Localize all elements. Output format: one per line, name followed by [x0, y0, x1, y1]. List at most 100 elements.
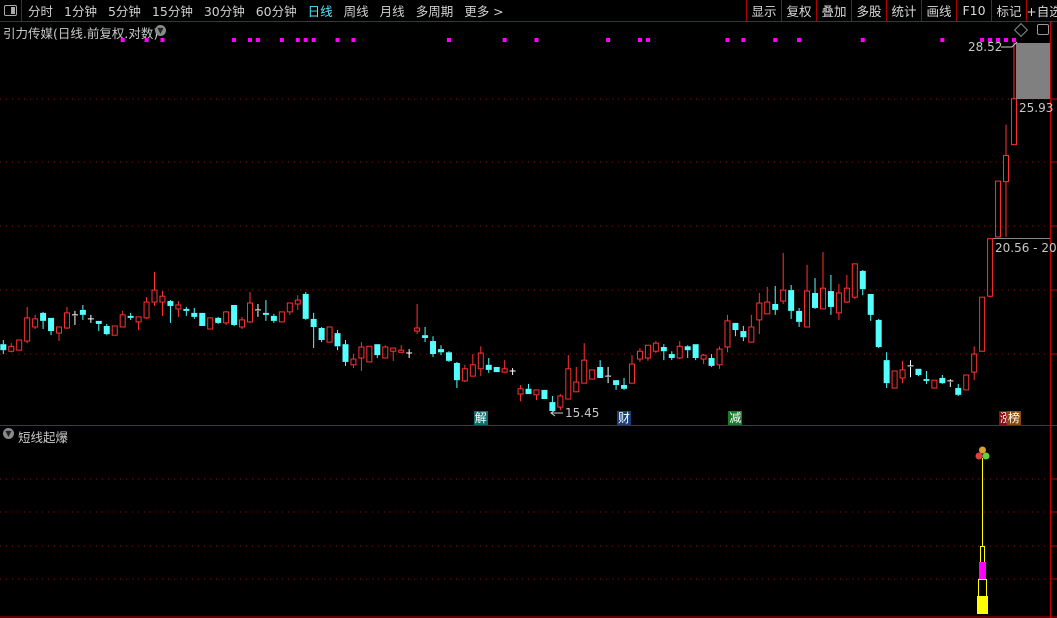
- candle-body: [700, 354, 707, 360]
- signal-marker: [247, 38, 252, 42]
- candle-body: [270, 315, 277, 321]
- candle-body: [501, 368, 508, 373]
- candle-body: [422, 335, 429, 338]
- candle-body: [684, 346, 691, 351]
- candle-body: [748, 326, 755, 343]
- signal-marker: [1004, 38, 1009, 42]
- candle-body: [119, 314, 126, 328]
- signal-marker: [144, 38, 149, 42]
- signal-marker: [279, 38, 284, 42]
- candle-body: [589, 369, 596, 380]
- candle-body: [310, 318, 317, 327]
- candle-body: [628, 363, 635, 384]
- candle-body: [995, 180, 1002, 238]
- candle-body: [48, 317, 55, 332]
- candle-body: [294, 299, 301, 305]
- candle-body: [63, 312, 70, 329]
- signal-marker: [860, 38, 865, 42]
- candle-body: [32, 318, 39, 328]
- candle-body: [239, 319, 246, 328]
- candle-body: [143, 301, 150, 319]
- candle-body: [899, 369, 906, 379]
- candle-body: [931, 379, 938, 389]
- candle-body: [827, 291, 834, 307]
- candle-body: [883, 360, 890, 384]
- event-badge[interactable]: 减: [728, 411, 743, 425]
- candle-body: [1003, 155, 1010, 183]
- candle-body: [231, 304, 238, 325]
- candle-body: [708, 357, 715, 366]
- signal-marker: [940, 38, 945, 42]
- candle-body: [40, 312, 47, 321]
- candle-body: [374, 344, 381, 356]
- candle-body: [223, 311, 230, 324]
- candle-body: [812, 292, 819, 308]
- candle-body: [740, 331, 747, 338]
- candle-body: [525, 388, 532, 395]
- candle-body: [1010, 98, 1017, 146]
- candle-body: [414, 327, 421, 332]
- candle-body: [859, 270, 866, 290]
- candle-body: [461, 368, 468, 382]
- candle-body: [732, 322, 739, 331]
- event-badge[interactable]: 解: [473, 411, 488, 425]
- candle-body: [350, 358, 357, 366]
- candle-body: [175, 304, 182, 310]
- candle-body: [621, 385, 628, 389]
- candle-body: [56, 326, 63, 334]
- candle-body: [581, 359, 588, 384]
- candle-body: [875, 319, 882, 347]
- candle-body: [541, 389, 548, 400]
- candle-body: [390, 347, 397, 352]
- candle-body: [963, 374, 970, 391]
- signal-marker: [741, 38, 746, 42]
- signal-marker: [303, 38, 308, 42]
- candle-body: [199, 312, 206, 326]
- candle-body: [318, 327, 325, 341]
- high-arrow: [1001, 41, 1018, 48]
- chevron-down-icon[interactable]: ▼: [3, 428, 14, 439]
- candle-body: [636, 350, 643, 360]
- candle-body: [0, 344, 7, 351]
- indicator-bar: [978, 579, 987, 597]
- candle-body: [278, 311, 285, 323]
- candle-body: [183, 308, 190, 311]
- candle-body: [382, 346, 389, 359]
- candle-body: [286, 302, 293, 313]
- signal-marker: [606, 38, 611, 42]
- candle-body: [95, 320, 102, 324]
- candle-body: [167, 301, 174, 306]
- signal-marker: [311, 38, 316, 42]
- candle-body: [676, 345, 683, 359]
- candle-body: [477, 352, 484, 370]
- candle-body: [835, 292, 842, 314]
- candle-body: [159, 295, 166, 303]
- candle-body: [851, 263, 858, 298]
- signal-marker: [160, 38, 165, 42]
- signal-marker: [232, 38, 237, 42]
- candle-body: [549, 402, 556, 411]
- event-badge[interactable]: 财: [617, 411, 632, 425]
- candle-body: [533, 389, 540, 396]
- signal-marker: [295, 38, 300, 42]
- candle-body: [613, 380, 620, 386]
- candle-body: [334, 333, 341, 347]
- signal-marker: [351, 38, 356, 42]
- candle-body: [302, 293, 309, 319]
- range-label: 20.56 - 20: [995, 241, 1057, 255]
- candle-body: [987, 238, 994, 297]
- candle-body: [867, 293, 874, 315]
- candle-body: [764, 301, 771, 315]
- candle-body: [16, 339, 23, 351]
- signal-marker: [335, 38, 340, 42]
- candle-body: [971, 353, 978, 373]
- price-highlight-box: [1016, 43, 1050, 99]
- signal-marker: [725, 38, 730, 42]
- candle-body: [445, 352, 452, 361]
- candle-body: [788, 290, 795, 311]
- candle-body: [565, 368, 572, 400]
- candle-body: [326, 326, 333, 343]
- event-badge[interactable]: 榜: [1006, 411, 1021, 425]
- last-price-label: 25.93: [1019, 101, 1054, 115]
- candle-body: [469, 364, 476, 377]
